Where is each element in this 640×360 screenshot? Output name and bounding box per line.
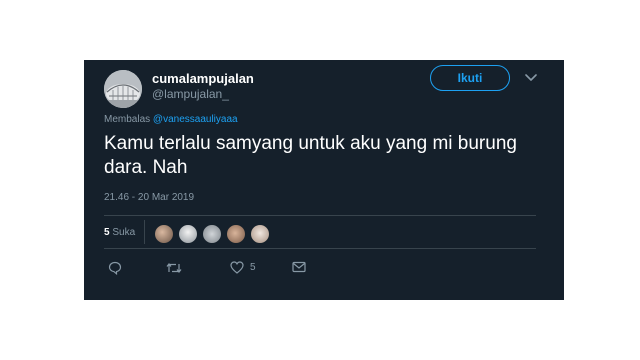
retweet-button[interactable] [166,261,182,275]
reply-icon [108,261,122,275]
chevron-down-icon[interactable] [523,70,539,86]
follow-button[interactable]: Ikuti [430,65,510,91]
author-avatar[interactable] [104,70,142,108]
author-handle[interactable]: @lampujalan_ [152,87,229,101]
author-name[interactable]: cumalampujalan [152,71,254,86]
reply-context: Membalas @vanessaauliyaaa [104,114,238,125]
liker-avatar-4[interactable] [226,224,246,244]
liker-avatar-1[interactable] [154,224,174,244]
direct-message-button[interactable] [292,261,306,273]
avatar-image-icon [104,70,142,108]
reply-mention-link[interactable]: @vanessaauliyaaa [153,114,238,125]
mail-icon [292,261,306,273]
liker-avatars [154,224,274,244]
likes-count: 5 [104,227,110,238]
tweet-card: cumalampujalan @lampujalan_ Ikuti Membal… [84,60,564,300]
likes-label: Suka [112,227,136,238]
reply-prefix: Membalas [104,114,151,125]
tweet-text: Kamu terlalu samyang untuk aku yang mi b… [104,133,517,178]
like-count: 5 [250,262,256,273]
liker-avatar-3[interactable] [202,224,222,244]
liker-avatar-5[interactable] [250,224,270,244]
divider [104,248,536,249]
retweet-icon [166,263,182,273]
likes-separator [144,220,145,244]
reply-button[interactable] [108,261,122,275]
divider [104,215,536,216]
likes-summary[interactable]: 5 Suka [104,227,135,238]
liker-avatar-2[interactable] [178,224,198,244]
like-button[interactable]: 5 [230,261,256,274]
tweet-timestamp[interactable]: 21.46 - 20 Mar 2019 [104,192,194,203]
heart-icon [230,261,244,274]
